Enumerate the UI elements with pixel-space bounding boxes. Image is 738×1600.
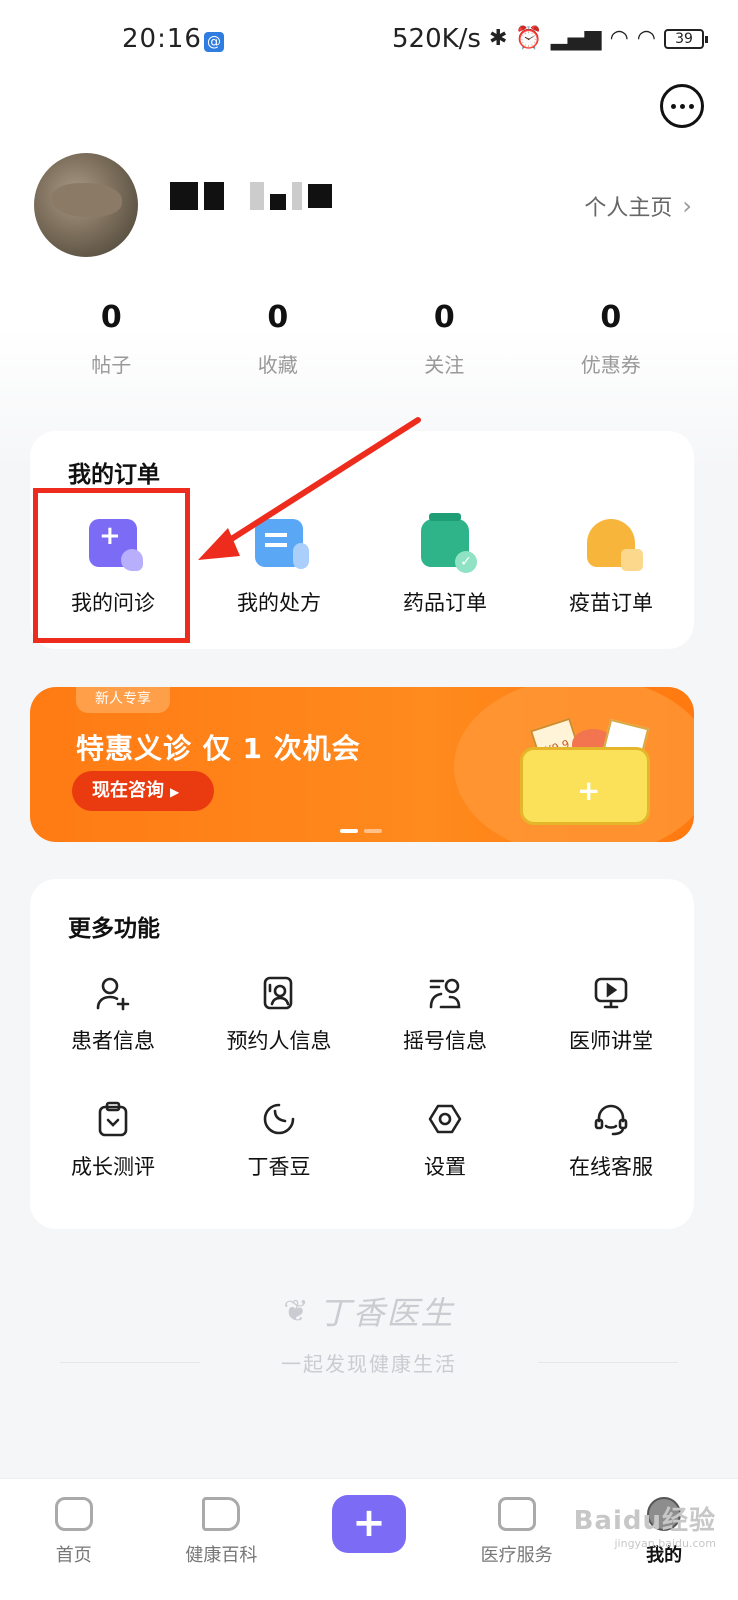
- tab-home[interactable]: 首页: [0, 1479, 148, 1600]
- more-features-card: 更多功能 患者信息 预约人信息 摇号信息 医师讲堂 成长测评 丁香豆 设置 在线…: [30, 879, 694, 1229]
- feature-label: 在线客服: [569, 1155, 653, 1179]
- watermark-text: Baidu经验: [573, 1506, 716, 1536]
- feature-label: 患者信息: [71, 1029, 155, 1053]
- baidu-watermark: Baidu经验 jingyan.baidu.com: [574, 1500, 716, 1550]
- message-icon[interactable]: [660, 84, 704, 128]
- prescription-icon: [255, 519, 309, 569]
- divider: [538, 1362, 678, 1363]
- tab-label: 医疗服务: [480, 1545, 553, 1566]
- annotation-highlight-box: [33, 488, 190, 643]
- chevron-right-icon: ›: [682, 192, 692, 220]
- brand-name: 丁香医生: [318, 1294, 455, 1332]
- stat-favorites[interactable]: 0 收藏: [195, 300, 362, 378]
- bean-icon: [261, 1101, 297, 1137]
- profile-stats: 0 帖子 0 收藏 0 关注 0 优惠券: [28, 300, 694, 378]
- online-service-button[interactable]: 在线客服: [528, 1101, 694, 1181]
- tab-create[interactable]: +: [295, 1479, 443, 1600]
- wifi-icon: ◠: [609, 26, 629, 51]
- first-aid-box-icon: [520, 747, 650, 825]
- feature-label: 预约人信息: [226, 1029, 332, 1053]
- growth-assessment-button[interactable]: 成长测评: [30, 1101, 196, 1181]
- add-user-icon: [95, 975, 131, 1011]
- consult-now-button[interactable]: 现在咨询 ▶: [72, 771, 214, 811]
- consult-now-label: 现在咨询: [92, 780, 164, 801]
- stat-coupons[interactable]: 0 优惠券: [528, 300, 695, 378]
- my-orders-title: 我的订单: [68, 462, 160, 488]
- stat-label: 优惠券: [580, 353, 641, 377]
- feature-label: 摇号信息: [403, 1029, 487, 1053]
- signal-icon: ▂▄▆: [550, 26, 602, 51]
- drug-order-icon: ✓: [421, 513, 477, 573]
- personal-homepage-link[interactable]: 个人主页 ›: [584, 190, 692, 222]
- tab-health-encyclopedia[interactable]: 健康百科: [148, 1479, 296, 1600]
- brand-logo: ❦ 丁香医生: [283, 1288, 454, 1334]
- divider: [60, 1362, 200, 1363]
- personal-homepage-label: 个人主页: [584, 196, 673, 221]
- feature-label: 成长测评: [71, 1155, 155, 1179]
- medical-box-illustration: ¥9.9: [520, 717, 654, 827]
- order-label: 药品订单: [403, 591, 487, 615]
- tab-medical-service[interactable]: 医疗服务: [443, 1479, 591, 1600]
- feature-label: 丁香豆: [247, 1155, 311, 1179]
- tab-label: 健康百科: [185, 1545, 258, 1566]
- lottery-icon: [427, 975, 463, 1011]
- vaccine-orders-button[interactable]: 疫苗订单: [528, 519, 694, 617]
- medical-kit-icon: [497, 1497, 536, 1531]
- network-speed: 520K/s: [392, 24, 481, 54]
- leaf-icon: ❦: [283, 1293, 311, 1329]
- vaccine-order-icon: [587, 519, 643, 571]
- headset-icon: [593, 1101, 629, 1137]
- stat-label: 收藏: [257, 353, 298, 377]
- settings-button[interactable]: 设置: [362, 1101, 528, 1181]
- new-user-tag: 新人专享: [76, 687, 170, 713]
- stat-label: 帖子: [91, 353, 132, 377]
- notification-app-icon: @: [204, 32, 224, 52]
- carousel-indicator: [340, 829, 382, 833]
- lottery-info-button[interactable]: 摇号信息: [362, 975, 528, 1055]
- alarm-icon: ⏰: [515, 26, 543, 51]
- feature-label: 设置: [424, 1155, 466, 1179]
- settings-icon: [427, 1101, 463, 1137]
- carousel-dot: [364, 829, 382, 833]
- my-prescription-button[interactable]: 我的处方: [196, 519, 362, 617]
- stat-label: 关注: [424, 353, 465, 377]
- plus-icon: +: [331, 1495, 406, 1553]
- more-features-title: 更多功能: [68, 916, 160, 942]
- username-redacted: [170, 182, 332, 210]
- doctor-lecture-button[interactable]: 医师讲堂: [528, 975, 694, 1055]
- play-icon: ▶: [170, 785, 180, 799]
- drug-orders-button[interactable]: ✓ 药品订单: [362, 513, 528, 617]
- dingxiang-bean-button[interactable]: 丁香豆: [196, 1101, 362, 1181]
- wifi-secondary-icon: ◠: [636, 26, 656, 51]
- carousel-dot: [340, 829, 358, 833]
- video-lecture-icon: [593, 975, 629, 1011]
- brand-footer: ❦ 丁香医生 一起发现健康生活: [0, 1288, 738, 1377]
- stat-value: 0: [433, 300, 455, 335]
- home-icon: [54, 1497, 93, 1531]
- appointee-info-button[interactable]: 预约人信息: [196, 975, 362, 1055]
- feature-label: 医师讲堂: [569, 1029, 653, 1053]
- order-label: 疫苗订单: [569, 591, 653, 615]
- clipboard-icon: [95, 1101, 131, 1137]
- book-icon: [202, 1497, 241, 1531]
- banner-title: 特惠义诊 仅 1 次机会: [76, 732, 361, 765]
- status-time: 20:16: [122, 24, 202, 54]
- watermark-url: jingyan.baidu.com: [614, 1537, 716, 1550]
- stat-posts[interactable]: 0 帖子: [28, 300, 195, 378]
- order-label: 我的处方: [237, 591, 321, 615]
- status-indicators: 520K/s ✱ ⏰ ▂▄▆ ◠ ◠ 39: [392, 24, 708, 54]
- avatar[interactable]: [34, 153, 138, 257]
- stat-following[interactable]: 0 关注: [361, 300, 528, 378]
- stat-value: 0: [600, 300, 622, 335]
- patient-info-button[interactable]: 患者信息: [30, 975, 196, 1055]
- stat-value: 0: [100, 300, 122, 335]
- tab-label: 首页: [55, 1545, 92, 1566]
- status-bar: 20:16 @ 520K/s ✱ ⏰ ▂▄▆ ◠ ◠ 39: [0, 24, 738, 64]
- stat-value: 0: [267, 300, 289, 335]
- bluetooth-icon: ✱: [488, 26, 508, 51]
- battery-indicator: 39: [664, 29, 708, 49]
- contact-card-icon: [261, 975, 297, 1011]
- promo-banner[interactable]: 新人专享 特惠义诊 仅 1 次机会 现在咨询 ▶ ¥9.9: [30, 687, 694, 842]
